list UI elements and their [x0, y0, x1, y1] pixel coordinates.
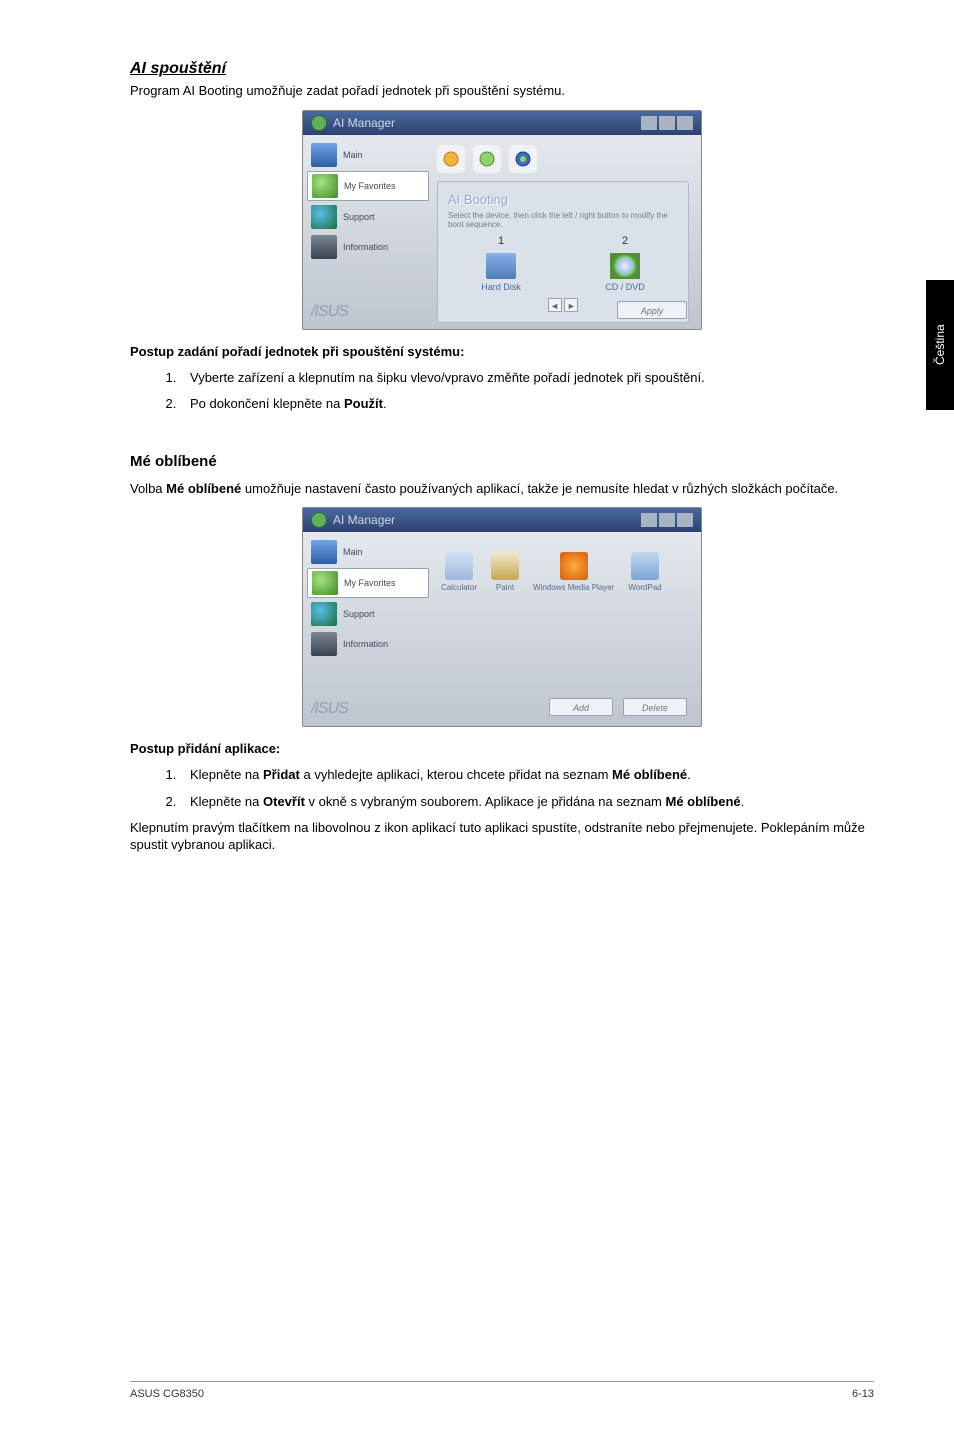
ai-boot-heading: AI spouštění: [130, 60, 874, 78]
language-tab: Čeština: [926, 280, 954, 410]
paint-icon: [491, 552, 519, 580]
sidebar-label: Main: [343, 150, 363, 160]
calculator-icon: [445, 552, 473, 580]
sidebar-item-main[interactable]: Main: [307, 538, 429, 566]
favorite-app-wordpad[interactable]: WordPad: [628, 552, 661, 592]
footer-product: ASUS CG8350: [130, 1388, 204, 1400]
monitor-icon: [311, 540, 337, 564]
screenshot-my-favorites: AI Manager Main My Favorites Support Inf…: [302, 507, 702, 727]
window-controls: [641, 116, 693, 130]
panel-title: AI Booting: [448, 192, 678, 207]
chip-icon: [311, 235, 337, 259]
support-icon: [311, 602, 337, 626]
screenshot-ai-booting: AI Manager Main My Favorites Support Inf…: [302, 110, 702, 330]
outro-paragraph: Klepnutím pravým tlačítkem na libovolnou…: [130, 819, 874, 854]
list-item: Po dokončení klepněte na Použít.: [180, 395, 874, 413]
app-logo-icon: [311, 115, 327, 131]
favorite-label: Paint: [491, 583, 519, 592]
sidebar-item-support[interactable]: Support: [307, 203, 429, 231]
boot-device-label: Hard Disk: [451, 282, 551, 292]
wordpad-icon: [631, 552, 659, 580]
favorite-app-paint[interactable]: Paint: [491, 552, 519, 592]
sidebar-item-favorites[interactable]: My Favorites: [307, 171, 429, 201]
apply-button[interactable]: Apply: [617, 301, 687, 319]
favorite-label: Calculator: [441, 583, 477, 592]
boot-procedure-heading: Postup zadání pořadí jednotek při spoušt…: [130, 344, 874, 359]
boot-order-number: 2: [575, 235, 675, 247]
add-steps-list: Klepněte na Přidat a vyhledejte aplikaci…: [130, 766, 874, 810]
list-item: Klepněte na Otevřít v okně s vybraným so…: [180, 793, 874, 811]
sidebar-label: Main: [343, 547, 363, 557]
add-button[interactable]: Add: [549, 698, 613, 716]
globe-icon: [312, 174, 338, 198]
window-controls: [641, 513, 693, 527]
list-item: Vyberte zařízení a klepnutím na šipku vl…: [180, 369, 874, 387]
sidebar-label: Support: [343, 609, 375, 619]
sidebar-item-information[interactable]: Information: [307, 233, 429, 261]
chip-icon: [311, 632, 337, 656]
sidebar-item-information[interactable]: Information: [307, 630, 429, 658]
favorite-app-wmp[interactable]: Windows Media Player: [533, 552, 614, 592]
ai-boot-intro: Program AI Booting umožňuje zadat pořadí…: [130, 82, 874, 100]
sidebar-label: My Favorites: [344, 181, 396, 191]
sidebar-label: Information: [343, 242, 388, 252]
arrow-left-button[interactable]: ◄: [548, 298, 562, 312]
brand-logo: /ISUS: [311, 700, 348, 718]
favorite-label: WordPad: [628, 583, 661, 592]
panel-description: Select the device, then click the left /…: [448, 211, 678, 229]
favorite-label: Windows Media Player: [533, 583, 614, 592]
favorites-heading: Mé oblíbené: [130, 453, 874, 470]
window-title: AI Manager: [333, 116, 395, 130]
footer-page-number: 6-13: [852, 1388, 874, 1400]
globe-icon: [312, 571, 338, 595]
tool-booting-icon[interactable]: [509, 145, 537, 173]
sidebar-item-main[interactable]: Main: [307, 141, 429, 169]
sidebar-item-support[interactable]: Support: [307, 600, 429, 628]
boot-order-number: 1: [451, 235, 551, 247]
boot-device-1[interactable]: 1 Hard Disk: [451, 235, 551, 292]
sidebar-item-favorites[interactable]: My Favorites: [307, 568, 429, 598]
arrow-right-button[interactable]: ►: [564, 298, 578, 312]
app-logo-icon: [311, 512, 327, 528]
boot-device-2[interactable]: 2 CD / DVD: [575, 235, 675, 292]
monitor-icon: [311, 143, 337, 167]
sidebar-label: Information: [343, 639, 388, 649]
boot-steps-list: Vyberte zařízení a klepnutím na šipku vl…: [130, 369, 874, 413]
sidebar-label: My Favorites: [344, 578, 396, 588]
boot-device-label: CD / DVD: [575, 282, 675, 292]
delete-button[interactable]: Delete: [623, 698, 687, 716]
window-title: AI Manager: [333, 513, 395, 527]
list-item: Klepněte na Přidat a vyhledejte aplikaci…: [180, 766, 874, 784]
brand-logo: /ISUS: [311, 303, 348, 321]
harddisk-icon: [486, 253, 516, 279]
cddvd-icon: [610, 253, 640, 279]
sidebar-label: Support: [343, 212, 375, 222]
favorites-intro: Volba Mé oblíbené umožňuje nastavení čas…: [130, 480, 874, 498]
tool-recovery-icon[interactable]: [473, 145, 501, 173]
media-player-icon: [560, 552, 588, 580]
add-procedure-heading: Postup přidání aplikace:: [130, 741, 874, 756]
favorite-app-calculator[interactable]: Calculator: [441, 552, 477, 592]
support-icon: [311, 205, 337, 229]
tool-probe-icon[interactable]: [437, 145, 465, 173]
